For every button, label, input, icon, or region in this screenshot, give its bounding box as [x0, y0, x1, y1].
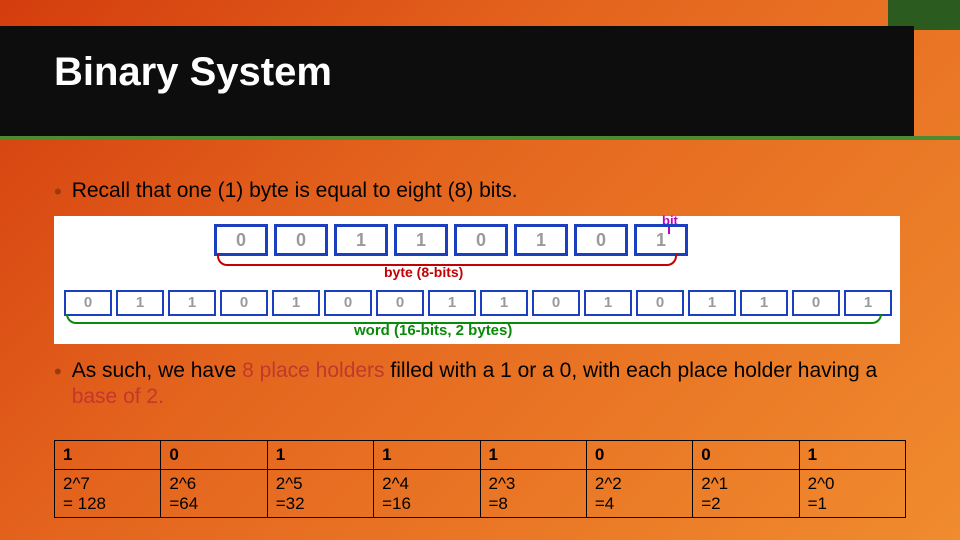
word-bit: 0	[324, 290, 372, 316]
bit-cell: 0	[586, 441, 692, 470]
bullet-1-text: Recall that one (1) byte is equal to eig…	[72, 178, 518, 204]
word-bit: 0	[64, 290, 112, 316]
bit-cell: 1	[480, 441, 586, 470]
bits-bytes-diagram: bit 0 0 1 1 0 1 0 1 byte (8-bits) 0 1 1 …	[54, 216, 900, 344]
word-row: 0 1 1 0 1 0 0 1 1 0 1 0 1 1 0 1	[64, 290, 892, 316]
highlight-placeholders: 8 place holders	[242, 359, 384, 382]
word-label: word (16-bits, 2 bytes)	[354, 322, 512, 339]
table-row: 2^7= 128 2^6=64 2^5=32 2^4=16 2^3=8 2^2=…	[55, 470, 906, 518]
power-cell: 2^2=4	[586, 470, 692, 518]
byte-bit: 1	[334, 224, 388, 256]
byte-bit: 1	[394, 224, 448, 256]
word-bit: 1	[740, 290, 788, 316]
byte-bit: 0	[454, 224, 508, 256]
word-bit: 1	[168, 290, 216, 316]
word-bit: 1	[844, 290, 892, 316]
byte-bit: 1	[634, 224, 688, 256]
word-bit: 0	[220, 290, 268, 316]
byte-bit: 0	[574, 224, 628, 256]
word-bit: 1	[272, 290, 320, 316]
power-cell: 2^6=64	[161, 470, 267, 518]
word-bit: 1	[428, 290, 476, 316]
word-bit: 1	[480, 290, 528, 316]
power-cell: 2^3=8	[480, 470, 586, 518]
bit-cell: 0	[693, 441, 799, 470]
power-cell: 2^5=32	[267, 470, 373, 518]
byte-bit: 0	[214, 224, 268, 256]
slide-body: • Recall that one (1) byte is equal to e…	[54, 178, 906, 420]
bullet-1: • Recall that one (1) byte is equal to e…	[54, 178, 906, 206]
accent-underline	[0, 136, 960, 140]
byte-row: 0 0 1 1 0 1 0 1	[214, 224, 688, 256]
word-bit: 1	[584, 290, 632, 316]
word-bit: 0	[636, 290, 684, 316]
byte-label: byte (8-bits)	[384, 264, 463, 280]
table-row: 1 0 1 1 1 0 0 1	[55, 441, 906, 470]
slide-title: Binary System	[54, 50, 332, 95]
byte-bit: 1	[514, 224, 568, 256]
word-bit: 0	[792, 290, 840, 316]
bullet-icon: •	[54, 358, 62, 386]
word-bit: 0	[376, 290, 424, 316]
place-value-table: 1 0 1 1 1 0 0 1 2^7= 128 2^6=64 2^5=32 2…	[54, 440, 906, 518]
power-cell: 2^0=1	[799, 470, 905, 518]
bit-cell: 1	[799, 441, 905, 470]
byte-bit: 0	[274, 224, 328, 256]
power-cell: 2^4=16	[374, 470, 480, 518]
word-bit: 0	[532, 290, 580, 316]
word-bit: 1	[688, 290, 736, 316]
bit-cell: 1	[374, 441, 480, 470]
bit-cell: 0	[161, 441, 267, 470]
bullet-2: • As such, we have 8 place holders fille…	[54, 358, 906, 411]
bullet-icon: •	[54, 178, 62, 206]
bit-cell: 1	[267, 441, 373, 470]
power-cell: 2^1=2	[693, 470, 799, 518]
power-cell: 2^7= 128	[55, 470, 161, 518]
highlight-base2: base of 2.	[72, 385, 164, 408]
bullet-2-text: As such, we have 8 place holders filled …	[72, 358, 906, 411]
word-bit: 1	[116, 290, 164, 316]
bit-cell: 1	[55, 441, 161, 470]
